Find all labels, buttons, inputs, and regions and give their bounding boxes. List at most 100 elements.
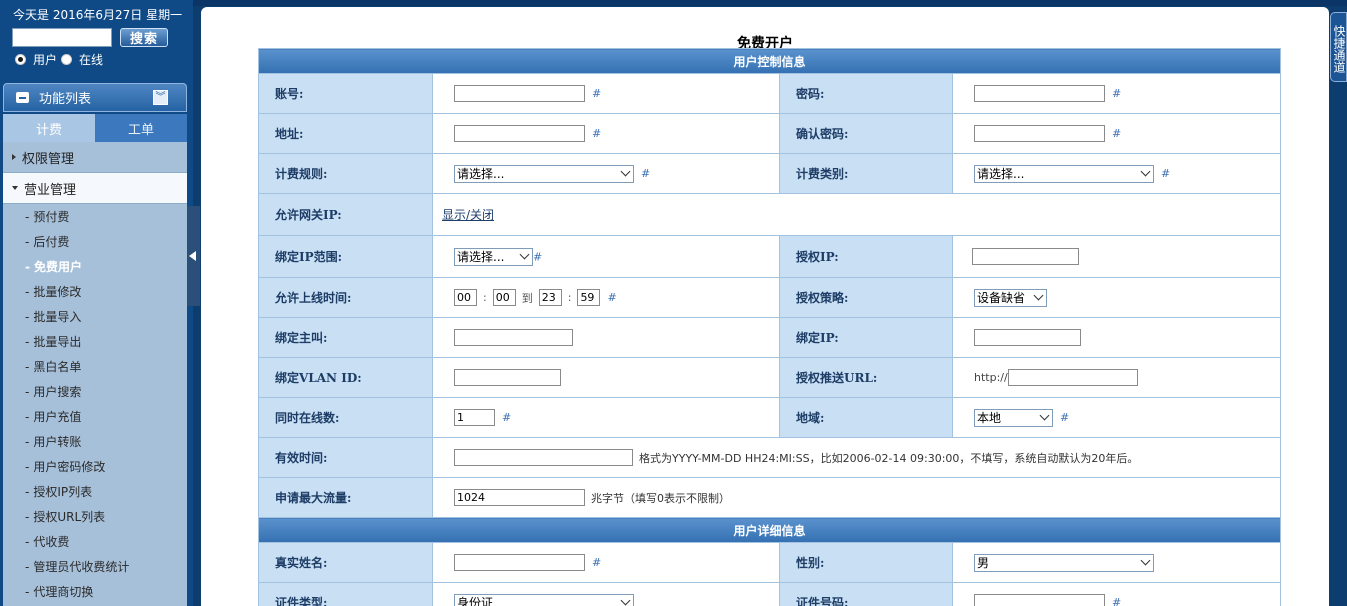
menu-item-label: 代理商切换 bbox=[33, 585, 94, 599]
password-input[interactable] bbox=[974, 85, 1105, 102]
time-colon: : bbox=[567, 291, 572, 304]
radio-user[interactable] bbox=[15, 54, 26, 65]
chevron-down-icon bbox=[516, 249, 532, 265]
required-mark: # bbox=[592, 556, 602, 569]
table-row: 绑定主叫: 绑定IP: bbox=[258, 317, 1282, 358]
radio-online[interactable] bbox=[61, 54, 73, 65]
select-value: 身份证 bbox=[457, 596, 494, 606]
required-mark: # bbox=[533, 250, 543, 263]
show-hide-link[interactable]: 显示/关闭 bbox=[442, 208, 494, 222]
menu-item-postpaid[interactable]: - 后付费 bbox=[3, 229, 187, 254]
max-concurrent-input[interactable]: 1 bbox=[454, 409, 495, 426]
label-gender: 性别: bbox=[779, 542, 953, 583]
region-select[interactable]: 本地 bbox=[974, 408, 1053, 427]
menu-item-batch-import[interactable]: - 批量导入 bbox=[3, 304, 187, 329]
select-value: 请选择... bbox=[977, 167, 1025, 181]
end-hour-input[interactable]: 23 bbox=[538, 289, 562, 306]
table-row: 绑定VLAN ID: 授权推送URL: http:// bbox=[258, 357, 1282, 398]
menu-item-label: 批量导入 bbox=[33, 310, 82, 324]
menu-item-batch-export[interactable]: - 批量导出 bbox=[3, 329, 187, 354]
table-row: 同时在线数: 1 # 地域: 本地 # bbox=[258, 397, 1282, 438]
end-minute-input[interactable]: 59 bbox=[577, 289, 601, 306]
tab-workorder[interactable]: 工单 bbox=[95, 114, 187, 142]
menu-item-label: 管理员代收费统计 bbox=[33, 560, 130, 574]
bind-ip-input[interactable] bbox=[974, 329, 1081, 346]
menu-item-admin-collection-stats[interactable]: - 管理员代收费统计 bbox=[3, 554, 187, 579]
billing-rule-select[interactable]: 请选择... bbox=[454, 164, 634, 183]
real-name-input[interactable] bbox=[454, 554, 585, 571]
table-row: 地址: # 确认密码: # bbox=[258, 113, 1282, 154]
select-value: 设备缺省 bbox=[977, 291, 1026, 305]
top-strip bbox=[0, 0, 1347, 6]
menu-item-free-user[interactable]: - 免费用户 bbox=[3, 254, 187, 279]
menu-item-label: 批量修改 bbox=[33, 285, 82, 299]
quick-channel-tab[interactable]: 快捷通道 bbox=[1330, 12, 1347, 82]
gender-select[interactable]: 男 bbox=[974, 553, 1154, 572]
menu-item-label: 代收费 bbox=[33, 535, 70, 549]
menu-item-collection[interactable]: - 代收费 bbox=[3, 529, 187, 554]
confirm-password-input[interactable] bbox=[974, 125, 1105, 142]
collapse-left-icon[interactable] bbox=[189, 251, 196, 261]
menu-item-label: 免费用户 bbox=[33, 260, 82, 274]
search-button[interactable]: 搜索 bbox=[120, 28, 168, 47]
menu-item-prepaid[interactable]: - 预付费 bbox=[3, 204, 187, 229]
menu-group-label: 权限管理 bbox=[22, 151, 75, 167]
required-mark: # bbox=[592, 87, 602, 100]
section-title: 用户详细信息 bbox=[257, 517, 1282, 543]
menu-header[interactable]: 功能列表 ︾ bbox=[3, 83, 187, 112]
menu-item-label: 用户充值 bbox=[33, 410, 82, 424]
menu-item-user-transfer[interactable]: - 用户转账 bbox=[3, 429, 187, 454]
menu-item-user-recharge[interactable]: - 用户充值 bbox=[3, 404, 187, 429]
time-to: 到 bbox=[521, 291, 533, 305]
auth-policy-select[interactable]: 设备缺省 bbox=[974, 288, 1047, 307]
menu-group-business[interactable]: 营业管理 bbox=[3, 173, 187, 204]
menu-item-label: 用户密码修改 bbox=[33, 460, 106, 474]
select-value: 请选择... bbox=[457, 250, 505, 264]
menu-item-user-search[interactable]: - 用户搜索 bbox=[3, 379, 187, 404]
id-number-input[interactable] bbox=[974, 594, 1105, 606]
chevron-down-icon bbox=[1030, 290, 1046, 306]
menu-item-batch-modify[interactable]: - 批量修改 bbox=[3, 279, 187, 304]
required-mark: # bbox=[1112, 127, 1122, 140]
menu-item-auth-ip-list[interactable]: - 授权IP列表 bbox=[3, 479, 187, 504]
label-real-name: 真实姓名: bbox=[258, 542, 433, 583]
start-hour-input[interactable]: 00 bbox=[454, 289, 477, 306]
free-account-form: 用户控制信息 账号: # 密码: # 地址: # 确认密码: # 计费规则: 请… bbox=[257, 48, 1282, 606]
max-traffic-input[interactable]: 1024 bbox=[454, 489, 585, 506]
sidebar-splitter[interactable] bbox=[187, 206, 200, 306]
start-minute-input[interactable]: 00 bbox=[492, 289, 516, 306]
bind-caller-input[interactable] bbox=[454, 329, 573, 346]
address-input[interactable] bbox=[454, 125, 585, 142]
auth-push-url-input[interactable] bbox=[1007, 369, 1138, 386]
menu-item-label: 后付费 bbox=[33, 235, 70, 249]
select-value: 男 bbox=[977, 556, 990, 570]
collapse-icon[interactable]: ︾ bbox=[153, 90, 168, 105]
menu-item-agent-switch[interactable]: - 代理商切换 bbox=[3, 579, 187, 604]
main-panel: 免费开户 用户控制信息 账号: # 密码: # 地址: # 确认密码: # 计费… bbox=[201, 7, 1329, 606]
bind-vlan-input[interactable] bbox=[454, 369, 561, 386]
time-colon: : bbox=[483, 291, 487, 304]
valid-time-input[interactable] bbox=[454, 449, 633, 466]
date-line: 今天是 2016年6月27日 星期一 bbox=[13, 6, 182, 23]
url-prefix: http:// bbox=[974, 371, 1008, 384]
id-type-select[interactable]: 身份证 bbox=[454, 593, 634, 606]
search-input[interactable] bbox=[12, 28, 112, 47]
caret-down-icon bbox=[12, 186, 18, 190]
auth-ip-input[interactable] bbox=[972, 248, 1079, 265]
menu-item-label: 批量导出 bbox=[33, 335, 82, 349]
tab-billing[interactable]: 计费 bbox=[3, 114, 95, 142]
chevron-down-icon bbox=[1137, 555, 1153, 571]
menu-item-auth-url-list[interactable]: - 授权URL列表 bbox=[3, 504, 187, 529]
billing-type-select[interactable]: 请选择... bbox=[974, 164, 1154, 183]
menu-item-label: 用户转账 bbox=[33, 435, 82, 449]
table-row: 允许网关IP: 显示/关闭 bbox=[258, 193, 1282, 236]
weekday: 星期一 bbox=[146, 8, 183, 22]
menu-item-blackwhite-list[interactable]: - 黑白名单 bbox=[3, 354, 187, 379]
bind-ip-range-select[interactable]: 请选择... bbox=[454, 247, 533, 266]
label-bind-caller: 绑定主叫: bbox=[258, 317, 433, 358]
menu-item-password-change[interactable]: - 用户密码修改 bbox=[3, 454, 187, 479]
menu-group-permissions[interactable]: 权限管理 bbox=[3, 142, 187, 173]
account-input[interactable] bbox=[454, 85, 585, 102]
select-value: 请选择... bbox=[457, 167, 505, 181]
label-account: 账号: bbox=[258, 73, 433, 114]
